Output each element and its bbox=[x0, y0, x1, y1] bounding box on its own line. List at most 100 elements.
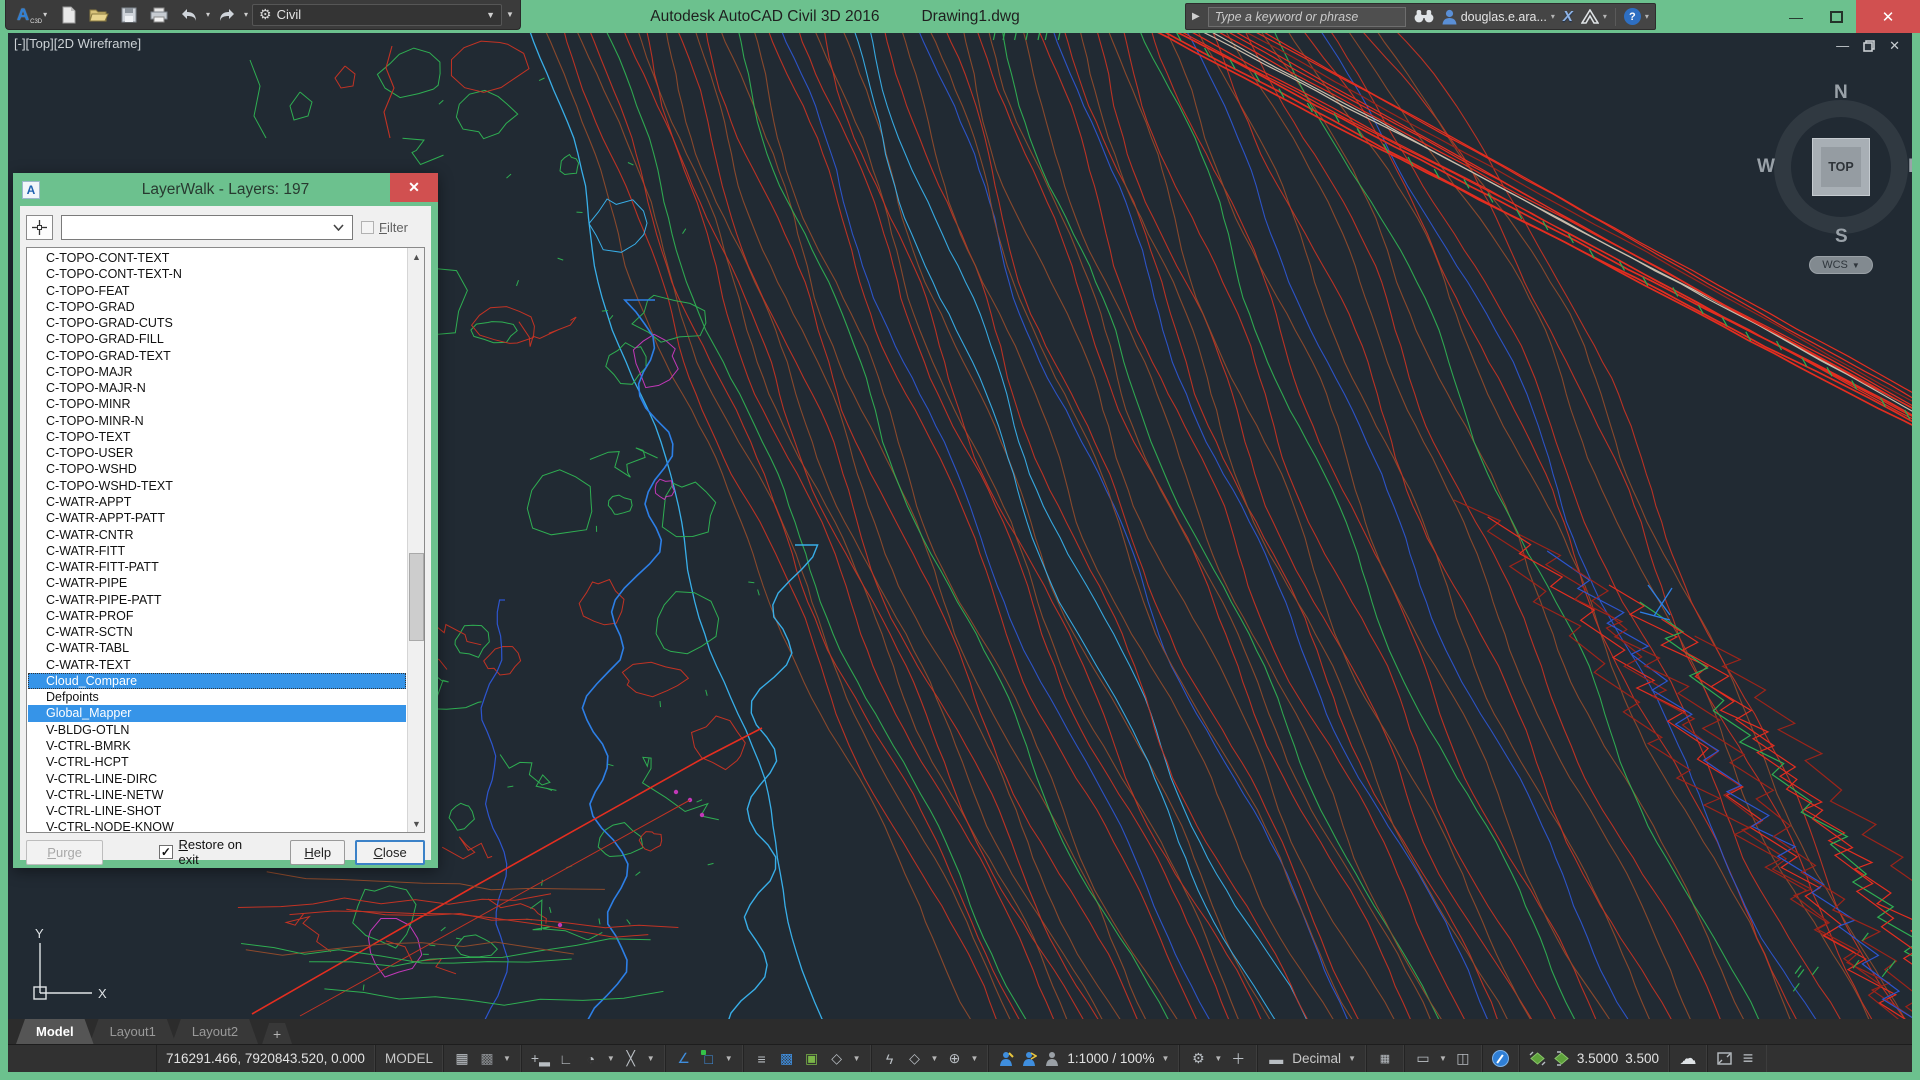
polar-tracking-icon[interactable]: ◔ bbox=[582, 1051, 600, 1067]
infocenter-collapse-chevron[interactable]: ▶ bbox=[1192, 11, 1200, 22]
redo-dropdown[interactable]: ▾ bbox=[244, 10, 248, 19]
a360-button[interactable]: ▾ bbox=[1580, 9, 1607, 24]
layer-row[interactable]: V-CTRL-LINE-SHOT bbox=[28, 803, 406, 819]
layer-row[interactable]: C-TOPO-TEXT bbox=[28, 429, 406, 445]
quick-calc-button[interactable]: ▦ bbox=[1365, 1045, 1404, 1072]
exchange-apps-button[interactable]: X bbox=[1563, 8, 1573, 25]
chevron-down-icon[interactable]: ▼ bbox=[931, 1054, 939, 1063]
layer-row[interactable]: V-CTRL-LINE-NETW bbox=[28, 787, 406, 803]
layer-row[interactable]: C-WATR-APPT bbox=[28, 494, 406, 510]
close-button-dialog[interactable]: Close bbox=[355, 839, 425, 865]
chevron-down-icon[interactable]: ▼ bbox=[1348, 1054, 1356, 1063]
selection-filter-icon[interactable]: ◇ bbox=[906, 1050, 924, 1067]
viewport-controls-label[interactable]: [-][Top][2D Wireframe] bbox=[14, 36, 141, 51]
plot-button[interactable] bbox=[146, 3, 172, 27]
transparency-icon[interactable]: ▩ bbox=[778, 1050, 796, 1067]
layer-row[interactable]: V-CTRL-BMRK bbox=[28, 738, 406, 754]
layer-row[interactable]: C-TOPO-FEAT bbox=[28, 283, 406, 299]
tab-layout2[interactable]: Layout2 bbox=[172, 1019, 258, 1044]
viewport-scale-value[interactable]: 1:1000 / 100% bbox=[1067, 1051, 1154, 1066]
annotation-autoscale-icon[interactable] bbox=[1021, 1051, 1038, 1067]
clean-screen-icon[interactable] bbox=[1717, 1052, 1732, 1065]
layerwalk-titlebar[interactable]: A LayerWalk - Layers: 197 ✕ bbox=[13, 173, 438, 206]
drawing-canvas[interactable]: [-][Top][2D Wireframe] — ✕ N W E S TOP W… bbox=[8, 33, 1912, 1019]
autosnap-marker-icon[interactable]: ∠ bbox=[675, 1050, 693, 1067]
layer-row[interactable]: Cloud_Compare bbox=[28, 672, 406, 690]
tab-model[interactable]: Model bbox=[16, 1019, 94, 1044]
restore-on-exit-checkbox[interactable]: ✓ Restore on exit bbox=[159, 837, 260, 867]
redo-button[interactable] bbox=[214, 3, 240, 27]
lineweight-icon[interactable]: ≡ bbox=[753, 1051, 771, 1067]
purge-button[interactable]: Purge bbox=[26, 839, 104, 865]
help-button[interactable]: ? ▾ bbox=[1623, 8, 1649, 25]
annot-scale-new[interactable]: 3.500 bbox=[1625, 1051, 1659, 1066]
close-button[interactable]: ✕ bbox=[1856, 0, 1920, 33]
new-layout-button[interactable]: + bbox=[262, 1023, 292, 1044]
layer-row[interactable]: C-TOPO-WSHD bbox=[28, 461, 406, 477]
layer-row[interactable]: C-WATR-SCTN bbox=[28, 624, 406, 640]
filter-checkbox[interactable]: Filter bbox=[361, 220, 408, 235]
signin-user[interactable]: douglas.e.ara... ▾ bbox=[1442, 9, 1555, 25]
layer-filter-combo[interactable] bbox=[61, 214, 353, 240]
a360-sync-button[interactable]: ☁ bbox=[1669, 1045, 1707, 1072]
layer-row[interactable]: C-WATR-PIPE-PATT bbox=[28, 592, 406, 608]
hardware-accel-button[interactable] bbox=[1481, 1045, 1519, 1072]
layer-list-scrollbar[interactable]: ▲ ▼ bbox=[407, 248, 424, 832]
undo-dropdown[interactable]: ▾ bbox=[206, 10, 210, 19]
help-button-dialog[interactable]: Help bbox=[290, 839, 346, 865]
layer-row[interactable]: C-TOPO-GRAD-FILL bbox=[28, 331, 406, 347]
annot-scale-current[interactable]: 3.5000 bbox=[1577, 1051, 1618, 1066]
layer-row[interactable]: C-TOPO-MINR bbox=[28, 396, 406, 412]
new-file-button[interactable] bbox=[56, 3, 82, 27]
grid-display-icon[interactable]: ▩ bbox=[478, 1050, 496, 1067]
layer-row[interactable]: C-WATR-TEXT bbox=[28, 657, 406, 673]
chevron-down-icon[interactable]: ▼ bbox=[1161, 1054, 1169, 1063]
units-value[interactable]: Decimal bbox=[1292, 1051, 1341, 1066]
annot-scale-sync-icon[interactable] bbox=[1529, 1051, 1546, 1066]
layer-row[interactable]: C-TOPO-GRAD-TEXT bbox=[28, 348, 406, 364]
restore-checkbox-box[interactable]: ✓ bbox=[159, 845, 173, 859]
layer-row[interactable]: V-CTRL-NODE-KNOW bbox=[28, 819, 406, 832]
scrollbar-thumb[interactable] bbox=[409, 553, 424, 641]
compass-north[interactable]: N bbox=[1834, 82, 1848, 104]
filter-checkbox-box[interactable] bbox=[361, 220, 374, 234]
viewcube[interactable]: N W E S TOP WCS ▼ bbox=[1757, 82, 1912, 288]
maximize-button[interactable] bbox=[1816, 0, 1856, 33]
layer-row[interactable]: C-TOPO-CONT-TEXT-N bbox=[28, 266, 406, 282]
layer-row[interactable]: C-WATR-APPT-PATT bbox=[28, 510, 406, 526]
layer-row[interactable]: C-WATR-TABL bbox=[28, 640, 406, 656]
add-cleanup-icon[interactable]: ＋ bbox=[1229, 1049, 1247, 1069]
infer-constraints-icon[interactable]: +▂ bbox=[531, 1050, 550, 1067]
layer-row[interactable]: C-TOPO-CONT-TEXT bbox=[28, 250, 406, 266]
undo-button[interactable] bbox=[176, 3, 202, 27]
layer-row[interactable]: C-TOPO-MAJR-N bbox=[28, 380, 406, 396]
ruler-icon[interactable]: ▬ bbox=[1267, 1051, 1285, 1067]
layer-row[interactable]: C-WATR-CNTR bbox=[28, 527, 406, 543]
object-snap-icon[interactable]: □ bbox=[700, 1049, 718, 1067]
open-file-button[interactable] bbox=[86, 3, 112, 27]
layer-row[interactable]: C-WATR-FITT-PATT bbox=[28, 559, 406, 575]
annot-scale-list-icon[interactable] bbox=[1553, 1051, 1570, 1066]
layer-row[interactable]: V-CTRL-LINE-DIRC bbox=[28, 771, 406, 787]
selection-cycling-icon[interactable]: ▣ bbox=[803, 1050, 821, 1067]
doc-minimize-icon[interactable]: — bbox=[1836, 39, 1849, 52]
tab-layout1[interactable]: Layout1 bbox=[90, 1019, 176, 1044]
layer-list[interactable]: C-TOPO-CONT-TEXT C-TOPO-CONT-TEXT-N C-TOPO… bbox=[26, 247, 425, 833]
chevron-down-icon[interactable]: ▼ bbox=[607, 1054, 615, 1063]
layer-row[interactable]: C-WATR-PROF bbox=[28, 608, 406, 624]
layer-row[interactable]: V-BLDG-OTLN bbox=[28, 722, 406, 738]
layer-row[interactable]: C-TOPO-WSHD-TEXT bbox=[28, 478, 406, 494]
wcs-menu[interactable]: WCS ▼ bbox=[1809, 256, 1873, 274]
3d-osnap-icon[interactable]: ◇ bbox=[828, 1050, 846, 1067]
chevron-down-icon[interactable]: ▼ bbox=[1214, 1054, 1222, 1063]
compass-west[interactable]: W bbox=[1757, 156, 1775, 178]
layer-row[interactable]: C-TOPO-MINR-N bbox=[28, 413, 406, 429]
search-button[interactable] bbox=[1414, 9, 1434, 24]
customize-menu-icon[interactable]: ≡ bbox=[1739, 1048, 1757, 1069]
doc-restore-icon[interactable] bbox=[1863, 39, 1875, 52]
layer-row[interactable]: Global_Mapper bbox=[28, 705, 406, 722]
annotation-scale-icon[interactable] bbox=[1044, 1051, 1060, 1067]
dynamic-ucs-icon[interactable]: ϟ bbox=[881, 1051, 899, 1067]
layer-row[interactable]: C-WATR-PIPE bbox=[28, 575, 406, 591]
chevron-down-icon[interactable]: ▼ bbox=[503, 1054, 511, 1063]
